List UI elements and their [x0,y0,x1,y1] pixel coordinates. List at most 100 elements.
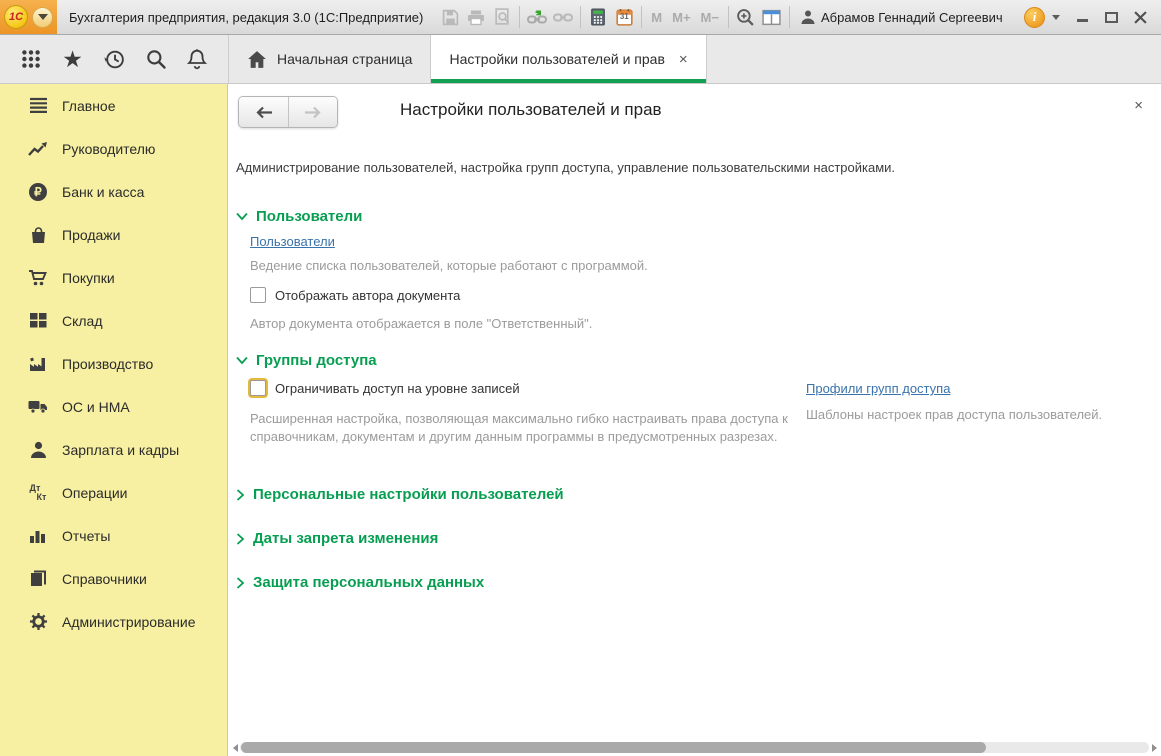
close-form-icon[interactable]: × [1134,97,1143,114]
sidebar-item-warehouse[interactable]: Склад [0,299,227,342]
split-window-icon[interactable] [759,4,785,30]
scroll-right-icon[interactable] [1149,743,1159,753]
info-menu-chevron-icon[interactable] [1052,15,1060,20]
restrict-access-description: Расширенная настройка, позволяющая макси… [250,410,812,446]
shopping-cart-icon [27,267,49,289]
section-deny-dates-header[interactable]: Даты запрета изменения [236,530,438,547]
sidebar-item-operations[interactable]: ДтКт Операции [0,471,227,514]
sidebar-item-manager[interactable]: Руководителю [0,127,227,170]
sidebar-item-production[interactable]: Производство [0,342,227,385]
maximize-button[interactable] [1100,6,1122,28]
factory-icon [27,353,49,375]
sidebar-item-administration[interactable]: Администрирование [0,600,227,643]
zoom-in-icon[interactable] [733,4,759,30]
section-personal-data-protection-header[interactable]: Защита персональных данных [236,574,484,591]
debit-credit-icon: ДтКт [27,482,49,504]
form-user-rights-settings: Настройки пользователей и прав × Админис… [228,84,1161,756]
current-user[interactable]: Абрамов Геннадий Сергеевич [800,9,1003,25]
sections-sidebar: Главное Руководителю ₽ Банк и касса Прод… [0,84,228,756]
chevron-right-icon [236,533,245,545]
access-group-profiles-link[interactable]: Профили групп доступа [806,381,950,396]
search-icon[interactable] [142,45,170,73]
1c-logo-icon[interactable]: 1С [4,5,28,29]
truck-icon [27,396,49,418]
forward-button[interactable] [288,97,337,127]
users-link[interactable]: Пользователи [250,234,335,249]
tab-close-icon[interactable]: × [679,51,688,68]
show-document-author-row: Отображать автора документа [250,287,460,303]
restrict-access-checkbox[interactable] [250,380,266,396]
profiles-description: Шаблоны настроек прав доступа пользовате… [806,406,1102,424]
sections-menu-icon[interactable] [17,45,45,73]
memory-plus-button[interactable]: M+ [667,10,695,25]
show-document-author-checkbox[interactable] [250,287,266,303]
scrollbar-thumb[interactable] [241,742,986,753]
bar-chart-icon [27,525,49,547]
books-icon [27,568,49,590]
gear-icon [27,611,49,633]
sidebar-item-reports[interactable]: Отчеты [0,514,227,557]
chevron-down-icon [236,356,248,365]
calendar-icon[interactable]: 31 [611,4,637,30]
calculator-icon[interactable] [585,4,611,30]
back-button[interactable] [239,97,288,127]
print-preview-icon[interactable] [489,4,515,30]
toolbar-separator [580,6,581,28]
notifications-bell-icon[interactable] [183,45,211,73]
checkbox-label: Отображать автора документа [275,288,460,303]
author-checkbox-description: Автор документа отображается в поле "Отв… [250,315,592,333]
close-window-button[interactable] [1129,6,1151,28]
sidebar-item-payroll-hr[interactable]: Зарплата и кадры [0,428,227,471]
history-icon[interactable] [100,45,128,73]
tab-user-rights-settings[interactable]: Настройки пользователей и прав × [431,35,706,83]
minimize-button[interactable] [1071,6,1093,28]
print-icon[interactable] [463,4,489,30]
tools-panel: ★ [0,35,229,83]
sidebar-item-bank-cash[interactable]: ₽ Банк и касса [0,170,227,213]
tab-label: Настройки пользователей и прав [449,51,664,67]
sidebar-item-purchases[interactable]: Покупки [0,256,227,299]
checkbox-label: Ограничивать доступ на уровне записей [275,381,520,396]
trend-chart-icon [27,138,49,160]
memory-recall-button[interactable]: M [646,10,667,25]
window-controls: i [1024,6,1161,28]
section-personal-settings-header[interactable]: Персональные настройки пользователей [236,486,564,503]
sidebar-item-directories[interactable]: Справочники [0,557,227,600]
users-link-description: Ведение списка пользователей, которые ра… [250,257,648,275]
boxes-grid-icon [27,310,49,332]
calendar-day-text: 31 [611,12,637,21]
section-users-header[interactable]: Пользователи [236,208,362,225]
scrollbar-track[interactable] [240,742,1149,753]
system-menu-area: 1С [0,0,57,34]
save-icon[interactable] [437,4,463,30]
toolbar-separator [789,6,790,28]
person-icon [27,439,49,461]
toolbar-separator [641,6,642,28]
scroll-left-icon[interactable] [230,743,240,753]
sidebar-item-fixed-assets[interactable]: ОС и НМА [0,385,227,428]
horizontal-scrollbar[interactable] [230,741,1159,754]
favorites-star-icon[interactable]: ★ [59,45,87,73]
sidebar-item-sales[interactable]: Продажи [0,213,227,256]
tab-label: Начальная страница [277,51,412,67]
main-menu-button[interactable] [32,7,53,28]
shopping-bag-icon [27,224,49,246]
go-to-link-icon[interactable] [524,4,550,30]
tab-home[interactable]: Начальная страница [229,35,431,83]
history-nav [238,96,338,128]
chevron-down-icon [38,14,48,20]
user-icon [800,9,816,25]
titlebar-toolbar: 31 M M+ M− [437,4,794,30]
section-access-groups-header[interactable]: Группы доступа [236,352,377,369]
sidebar-item-main[interactable]: Главное [0,84,227,127]
menu-lines-icon [27,95,49,117]
app-window: 1С Бухгалтерия предприятия, редакция 3.0… [0,0,1161,756]
page-subtitle: Администрирование пользователей, настрой… [236,160,895,175]
user-name-text: Абрамов Геннадий Сергеевич [821,10,1003,25]
memory-minus-button[interactable]: M− [696,10,724,25]
get-link-icon[interactable] [550,4,576,30]
chevron-right-icon [236,577,245,589]
window-title: Бухгалтерия предприятия, редакция 3.0 (1… [69,10,423,25]
info-button[interactable]: i [1024,7,1045,28]
chevron-right-icon [236,489,245,501]
